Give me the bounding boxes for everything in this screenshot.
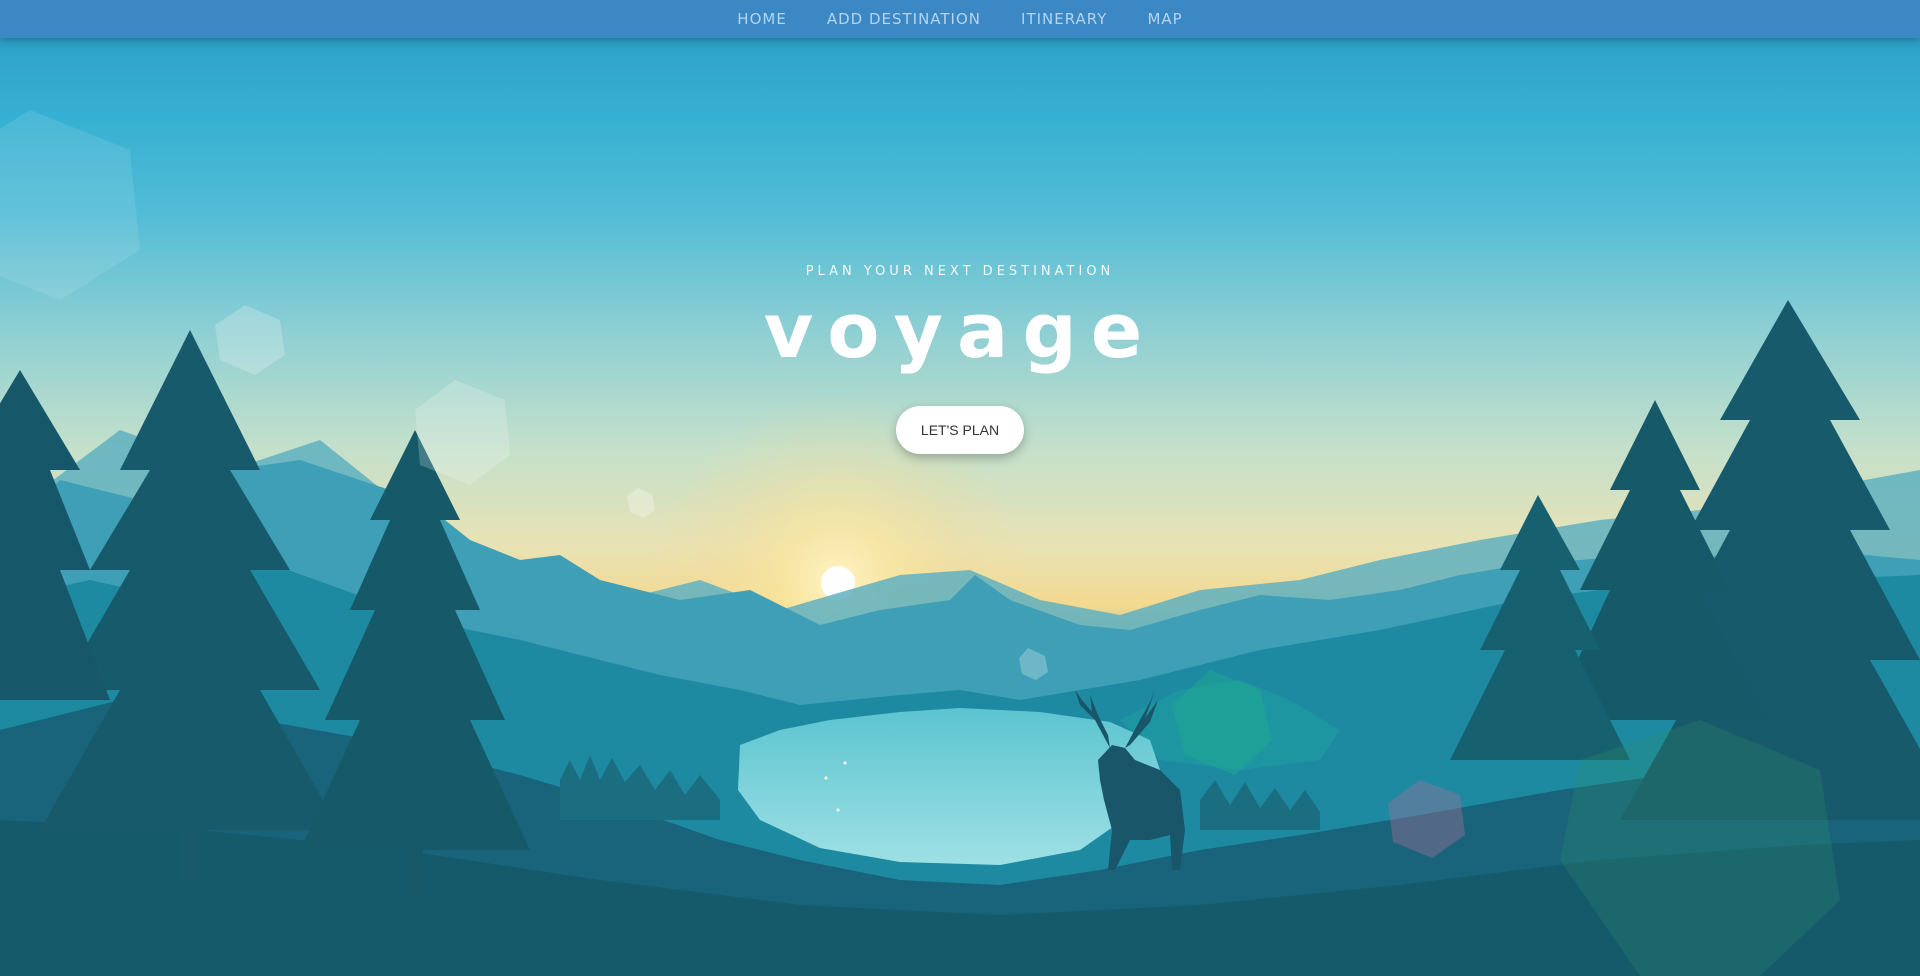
hero-tagline: PLAN YOUR NEXT DESTINATION bbox=[805, 264, 1115, 279]
hero-section: PLAN YOUR NEXT DESTINATION voyage LET'S … bbox=[0, 0, 1920, 976]
landing-page: HOME ADD DESTINATION ITINERARY MAP PLAN … bbox=[0, 0, 1920, 976]
nav-link-map[interactable]: MAP bbox=[1147, 10, 1182, 28]
hero-title: voyage bbox=[763, 286, 1157, 375]
lets-plan-button[interactable]: LET'S PLAN bbox=[896, 406, 1024, 454]
top-navbar: HOME ADD DESTINATION ITINERARY MAP bbox=[0, 0, 1920, 38]
nav-link-home[interactable]: HOME bbox=[737, 10, 787, 28]
nav-link-add-destination[interactable]: ADD DESTINATION bbox=[827, 10, 981, 28]
nav-link-itinerary[interactable]: ITINERARY bbox=[1021, 10, 1107, 28]
